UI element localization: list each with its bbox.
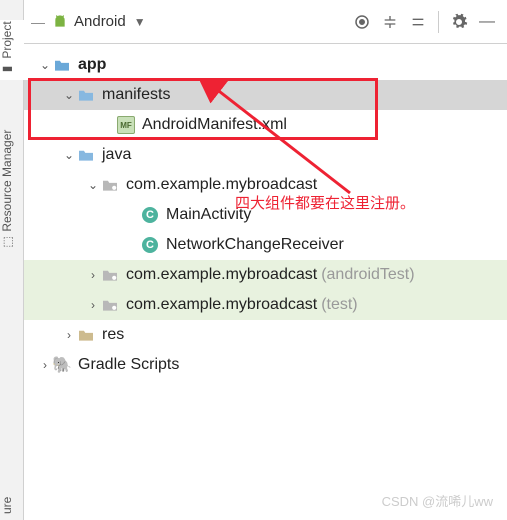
tree-node-java[interactable]: ⌄ java bbox=[24, 140, 507, 170]
tree-node-package-main[interactable]: ⌄ com.example.mybroadcast bbox=[24, 170, 507, 200]
expand-arrow-icon[interactable]: › bbox=[86, 268, 100, 282]
hide-panel-button[interactable]: — bbox=[473, 8, 501, 36]
tree-node-gradle[interactable]: › 🐘 Gradle Scripts bbox=[24, 350, 507, 380]
tree-label: com.example.mybroadcast bbox=[126, 296, 317, 314]
expand-all-button[interactable] bbox=[376, 8, 404, 36]
tree-label: MainActivity bbox=[166, 206, 251, 224]
project-tree: ⌄ app ⌄ manifests • MF AndroidManifest.x… bbox=[24, 44, 507, 380]
tree-node-manifests[interactable]: ⌄ manifests bbox=[24, 80, 507, 110]
tab-resmgr-label: Resource Manager bbox=[0, 129, 14, 231]
tab-project-label: Project bbox=[0, 22, 14, 59]
tab-resource-manager[interactable]: ⬚ Resource Manager bbox=[0, 120, 24, 260]
package-icon bbox=[100, 175, 120, 195]
class-icon: C bbox=[140, 205, 160, 225]
project-icon: ▮ bbox=[0, 66, 14, 73]
tree-node-manifest-file[interactable]: • MF AndroidManifest.xml bbox=[24, 110, 507, 140]
collapse-all-button[interactable] bbox=[404, 8, 432, 36]
tab-project[interactable]: ▮ Project bbox=[0, 20, 24, 80]
chevron-down-icon: ▼ bbox=[134, 15, 146, 29]
class-icon: C bbox=[140, 235, 160, 255]
select-opened-file-button[interactable] bbox=[348, 8, 376, 36]
watermark: CSDN @流唏儿ww bbox=[382, 491, 493, 510]
settings-button[interactable] bbox=[445, 8, 473, 36]
tree-node-app[interactable]: ⌄ app bbox=[24, 50, 507, 80]
tree-suffix: (test) bbox=[321, 296, 357, 314]
expand-arrow-icon[interactable]: › bbox=[86, 298, 100, 312]
tree-label: res bbox=[102, 326, 124, 344]
tree-label: Gradle Scripts bbox=[78, 356, 179, 374]
tab-bottom-partial[interactable]: ure bbox=[0, 490, 24, 520]
tree-suffix: (androidTest) bbox=[321, 266, 414, 284]
package-icon bbox=[100, 265, 120, 285]
tree-label: manifests bbox=[102, 86, 170, 104]
tree-label: com.example.mybroadcast bbox=[126, 176, 317, 194]
gradle-icon: 🐘 bbox=[52, 355, 72, 375]
project-panel: — Android ▼ — ⌄ bbox=[24, 0, 507, 520]
tree-node-res[interactable]: › res bbox=[24, 320, 507, 350]
module-icon bbox=[52, 55, 72, 75]
tree-label: com.example.mybroadcast bbox=[126, 266, 317, 284]
expand-arrow-icon[interactable]: ⌄ bbox=[86, 178, 100, 192]
expand-arrow-icon[interactable]: ⌄ bbox=[38, 58, 52, 72]
folder-open-icon bbox=[76, 85, 96, 105]
expand-arrow-icon[interactable]: › bbox=[62, 328, 76, 342]
tree-node-networkreceiver[interactable]: • C NetworkChangeReceiver bbox=[24, 230, 507, 260]
tree-label: java bbox=[102, 146, 131, 164]
view-selector-label: Android bbox=[74, 13, 126, 30]
tree-label: app bbox=[78, 56, 106, 74]
tree-node-mainactivity[interactable]: • C MainActivity bbox=[24, 200, 507, 230]
tree-node-package-test[interactable]: › com.example.mybroadcast (test) bbox=[24, 290, 507, 320]
folder-open-icon bbox=[76, 145, 96, 165]
toolbar-divider bbox=[438, 11, 439, 33]
expand-arrow-icon[interactable]: ⌄ bbox=[62, 148, 76, 162]
tree-node-package-androidtest[interactable]: › com.example.mybroadcast (androidTest) bbox=[24, 260, 507, 290]
resource-manager-icon: ⬚ bbox=[0, 236, 14, 247]
expand-arrow-icon[interactable]: › bbox=[38, 358, 52, 372]
package-icon bbox=[100, 295, 120, 315]
expand-arrow-icon[interactable]: ⌄ bbox=[62, 88, 76, 102]
view-selector[interactable]: Android ▼ bbox=[52, 13, 146, 30]
tree-label: AndroidManifest.xml bbox=[142, 116, 287, 134]
project-toolbar: — Android ▼ — bbox=[24, 0, 507, 44]
left-sidebar: ▮ Project ⬚ Resource Manager ure bbox=[0, 0, 24, 520]
folder-res-icon bbox=[76, 325, 96, 345]
panel-minimize-button[interactable]: — bbox=[30, 14, 46, 30]
android-icon bbox=[52, 14, 68, 30]
tree-label: NetworkChangeReceiver bbox=[166, 236, 344, 254]
manifest-file-icon: MF bbox=[116, 115, 136, 135]
